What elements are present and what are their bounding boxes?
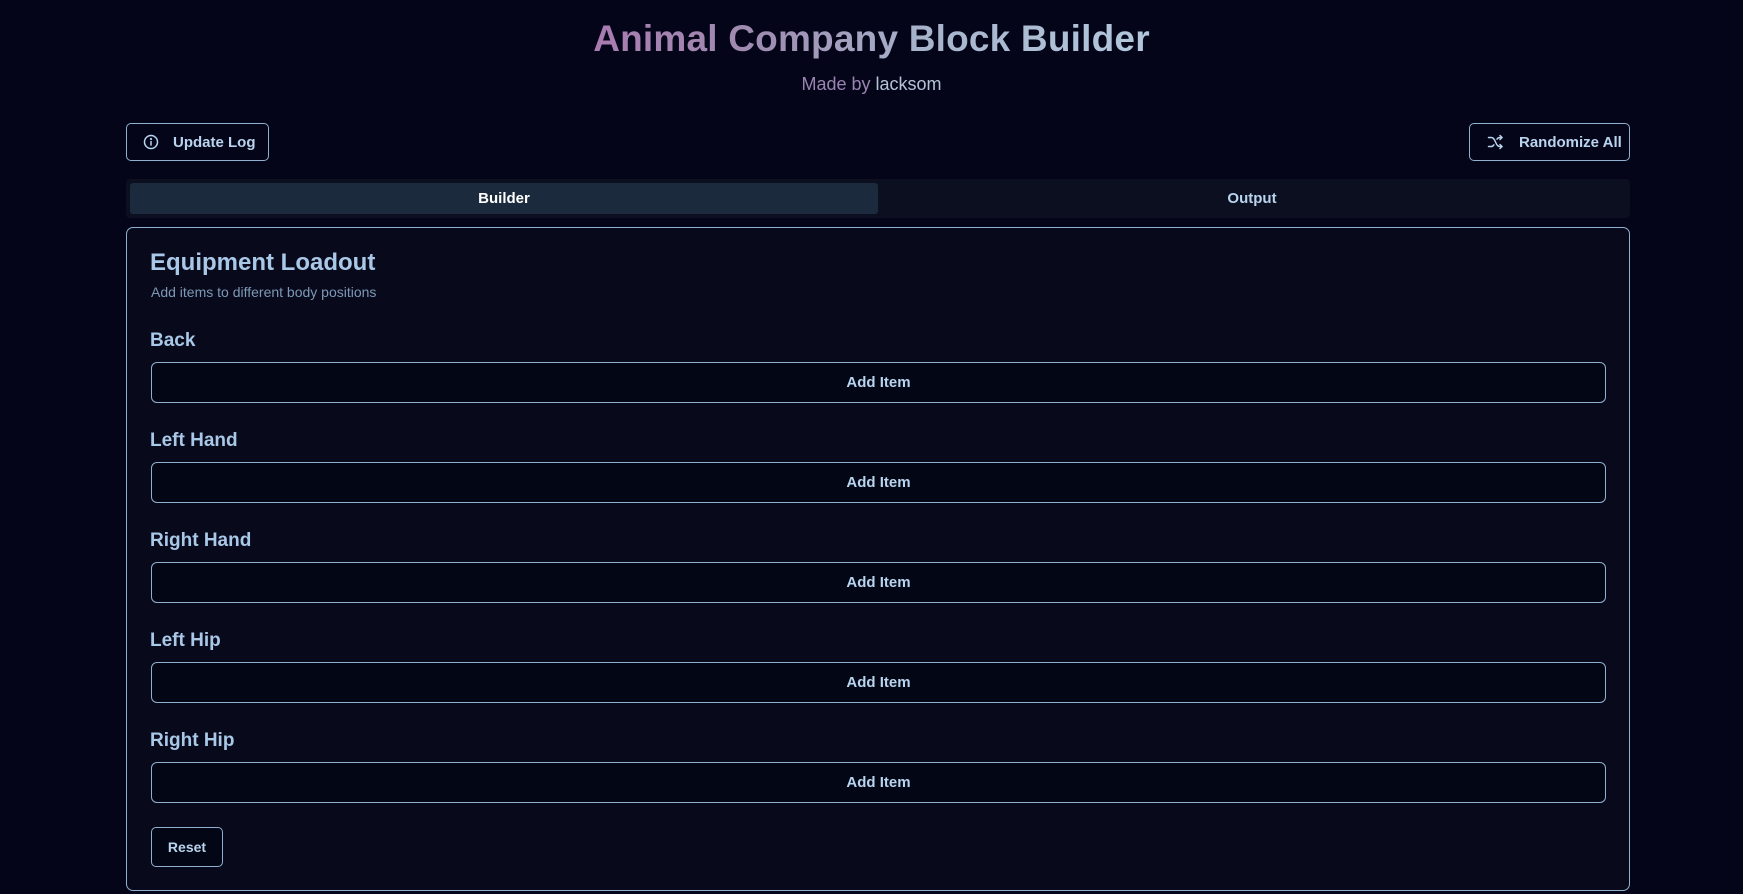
add-item-left-hip-button[interactable]: Add Item	[151, 662, 1606, 703]
subtitle-author: lacksom	[875, 74, 942, 94]
card-description: Add items to different body positions	[151, 284, 377, 300]
slot-label-left-hip: Left Hip	[150, 630, 221, 651]
slot-label-left-hand: Left Hand	[150, 430, 238, 451]
add-item-right-hip-button[interactable]: Add Item	[151, 762, 1606, 803]
add-item-back-button[interactable]: Add Item	[151, 362, 1606, 403]
slot-label-back: Back	[150, 330, 196, 351]
reset-button[interactable]: Reset	[151, 827, 223, 867]
tab-builder[interactable]: Builder	[130, 183, 878, 214]
randomize-all-label: Randomize All	[1519, 133, 1622, 151]
update-log-button[interactable]: Update Log	[126, 123, 269, 161]
page-title: Animal Company Block Builder	[593, 18, 1150, 59]
info-circle-icon	[143, 134, 159, 150]
shuffle-icon	[1487, 134, 1504, 150]
card-title: Equipment Loadout	[150, 249, 376, 276]
slot-label-right-hip: Right Hip	[150, 730, 235, 751]
subtitle-prefix: Made by	[801, 74, 871, 94]
tab-output[interactable]: Output	[878, 183, 1626, 214]
add-item-left-hand-button[interactable]: Add Item	[151, 462, 1606, 503]
slot-label-right-hand: Right Hand	[150, 530, 252, 551]
page-subtitle: Made by lacksom	[0, 74, 1743, 95]
update-log-label: Update Log	[173, 133, 256, 151]
add-item-right-hand-button[interactable]: Add Item	[151, 562, 1606, 603]
equipment-loadout-card: Equipment Loadout Add items to different…	[126, 227, 1630, 891]
randomize-all-button[interactable]: Randomize All	[1469, 123, 1630, 161]
page: Animal Company Block Builder Made by lac…	[0, 0, 1743, 894]
tab-bar: Builder Output	[126, 179, 1630, 218]
